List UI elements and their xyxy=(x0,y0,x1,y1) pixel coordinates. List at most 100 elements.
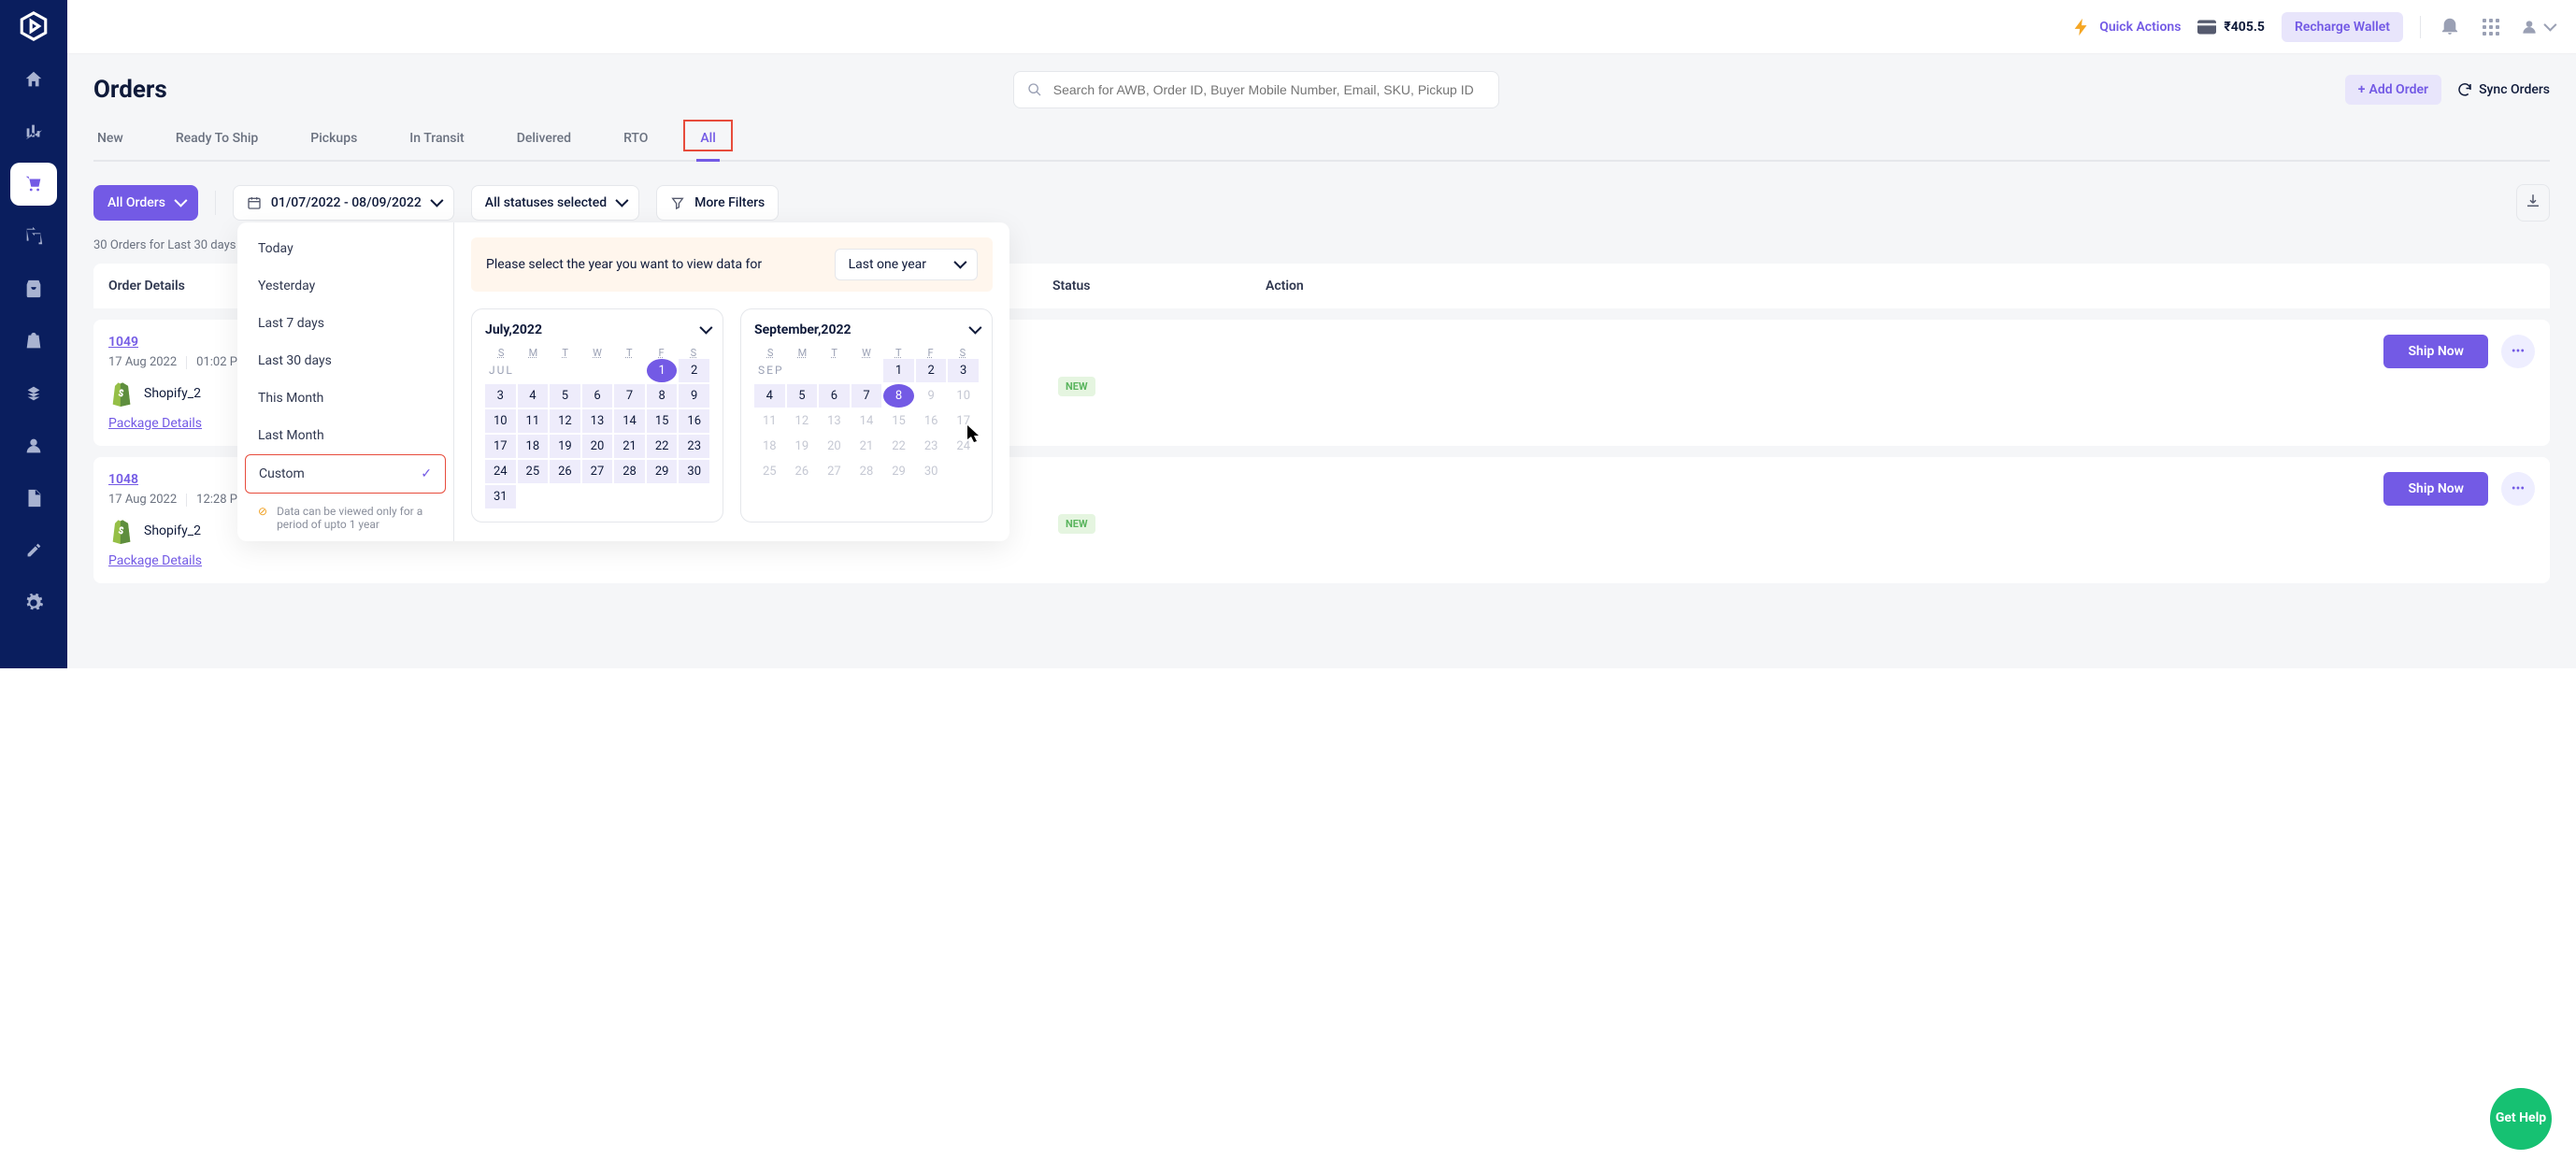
day-5[interactable]: 5 xyxy=(787,384,818,408)
day-8[interactable]: 8 xyxy=(647,384,678,408)
day-27[interactable]: 27 xyxy=(819,460,850,483)
nav-customers[interactable] xyxy=(10,424,57,467)
day-18[interactable]: 18 xyxy=(754,435,785,458)
tab-new[interactable]: New xyxy=(93,131,127,162)
day-12[interactable]: 12 xyxy=(550,409,580,433)
day-5[interactable]: 5 xyxy=(550,384,580,408)
day-21[interactable]: 21 xyxy=(852,435,882,458)
day-29[interactable]: 29 xyxy=(883,460,914,483)
chevron-down-icon[interactable] xyxy=(969,322,979,337)
day-23[interactable]: 23 xyxy=(916,435,947,458)
tab-all[interactable]: All xyxy=(696,131,719,162)
search-input[interactable] xyxy=(1052,81,1485,98)
nav-weight[interactable] xyxy=(10,320,57,363)
ship-now-button[interactable]: Ship Now xyxy=(2383,335,2488,368)
range-yesterday[interactable]: Yesterday xyxy=(245,267,446,305)
day-11[interactable]: 11 xyxy=(754,409,785,433)
add-order-button[interactable]: +Add Order xyxy=(2345,75,2441,105)
nav-tools[interactable] xyxy=(10,529,57,572)
nav-billing[interactable] xyxy=(10,477,57,520)
nav-catalog[interactable] xyxy=(10,267,57,310)
day-22[interactable]: 22 xyxy=(883,435,914,458)
day-4[interactable]: 4 xyxy=(754,384,785,408)
tab-ready-to-ship[interactable]: Ready To Ship xyxy=(172,131,262,162)
day-21[interactable]: 21 xyxy=(614,435,645,458)
day-26[interactable]: 26 xyxy=(550,460,580,483)
day-23[interactable]: 23 xyxy=(679,435,709,458)
day-7[interactable]: 7 xyxy=(852,384,882,408)
filter-order-type[interactable]: All Orders xyxy=(93,185,198,221)
nav-analytics[interactable] xyxy=(10,110,57,153)
day-28[interactable]: 28 xyxy=(614,460,645,483)
day-14[interactable]: 14 xyxy=(852,409,882,433)
ship-now-button[interactable]: Ship Now xyxy=(2383,472,2488,506)
sync-orders-button[interactable]: Sync Orders xyxy=(2456,81,2550,98)
day-30[interactable]: 30 xyxy=(916,460,947,483)
filter-status[interactable]: All statuses selected xyxy=(471,185,639,221)
range-last-30-days[interactable]: Last 30 days xyxy=(245,342,446,379)
day-18[interactable]: 18 xyxy=(518,435,549,458)
day-1[interactable]: 1 xyxy=(883,359,914,382)
day-27[interactable]: 27 xyxy=(582,460,613,483)
day-6[interactable]: 6 xyxy=(819,384,850,408)
notifications-icon[interactable] xyxy=(2438,12,2462,42)
package-details-link[interactable]: Package Details xyxy=(108,553,202,568)
filter-more[interactable]: More Filters xyxy=(656,185,779,221)
day-16[interactable]: 16 xyxy=(916,409,947,433)
day-4[interactable]: 4 xyxy=(518,384,549,408)
export-button[interactable] xyxy=(2516,184,2550,222)
day-3[interactable]: 3 xyxy=(485,384,516,408)
day-16[interactable]: 16 xyxy=(679,409,709,433)
wallet-balance[interactable]: ₹405.5 xyxy=(2197,20,2265,35)
day-22[interactable]: 22 xyxy=(647,435,678,458)
day-14[interactable]: 14 xyxy=(614,409,645,433)
day-31[interactable]: 31 xyxy=(485,485,516,508)
get-help-button[interactable]: Get Help xyxy=(2490,1088,2552,1150)
day-8[interactable]: 8 xyxy=(883,384,914,408)
range-this-month[interactable]: This Month xyxy=(245,379,446,417)
day-6[interactable]: 6 xyxy=(582,384,613,408)
day-19[interactable]: 19 xyxy=(550,435,580,458)
row-more-button[interactable]: ••• xyxy=(2501,472,2535,506)
day-9[interactable]: 9 xyxy=(679,384,709,408)
tab-in-transit[interactable]: In Transit xyxy=(406,131,467,162)
range-last-month[interactable]: Last Month xyxy=(245,417,446,454)
day-25[interactable]: 25 xyxy=(754,460,785,483)
day-24[interactable]: 24 xyxy=(485,460,516,483)
search-bar[interactable] xyxy=(1013,71,1499,108)
day-13[interactable]: 13 xyxy=(819,409,850,433)
range-today[interactable]: Today xyxy=(245,230,446,267)
year-dropdown[interactable]: Last one year xyxy=(835,249,978,280)
chevron-down-icon[interactable] xyxy=(700,322,709,337)
nav-home[interactable] xyxy=(10,58,57,101)
day-15[interactable]: 15 xyxy=(883,409,914,433)
day-7[interactable]: 7 xyxy=(614,384,645,408)
day-28[interactable]: 28 xyxy=(852,460,882,483)
nav-orders[interactable] xyxy=(10,163,57,206)
day-12[interactable]: 12 xyxy=(787,409,818,433)
day-30[interactable]: 30 xyxy=(679,460,709,483)
recharge-wallet-button[interactable]: Recharge Wallet xyxy=(2282,12,2403,42)
apps-icon[interactable] xyxy=(2479,15,2503,39)
day-2[interactable]: 2 xyxy=(916,359,947,382)
quick-actions[interactable]: Quick Actions xyxy=(2071,17,2181,37)
day-17[interactable]: 17 xyxy=(485,435,516,458)
range-last-7-days[interactable]: Last 7 days xyxy=(245,305,446,342)
day-20[interactable]: 20 xyxy=(582,435,613,458)
day-11[interactable]: 11 xyxy=(518,409,549,433)
nav-returns[interactable] xyxy=(10,215,57,258)
day-10[interactable]: 10 xyxy=(485,409,516,433)
day-2[interactable]: 2 xyxy=(679,359,709,382)
range-custom[interactable]: Custom✓ xyxy=(245,454,446,494)
day-15[interactable]: 15 xyxy=(647,409,678,433)
tab-pickups[interactable]: Pickups xyxy=(307,131,361,162)
filter-date-range[interactable]: 01/07/2022 - 08/09/2022 xyxy=(233,185,454,221)
day-10[interactable]: 10 xyxy=(948,384,979,408)
tab-delivered[interactable]: Delivered xyxy=(513,131,575,162)
nav-channels[interactable] xyxy=(10,372,57,415)
day-19[interactable]: 19 xyxy=(787,435,818,458)
day-25[interactable]: 25 xyxy=(518,460,549,483)
profile-menu[interactable] xyxy=(2520,18,2554,36)
day-13[interactable]: 13 xyxy=(582,409,613,433)
tab-rto[interactable]: RTO xyxy=(620,131,651,162)
